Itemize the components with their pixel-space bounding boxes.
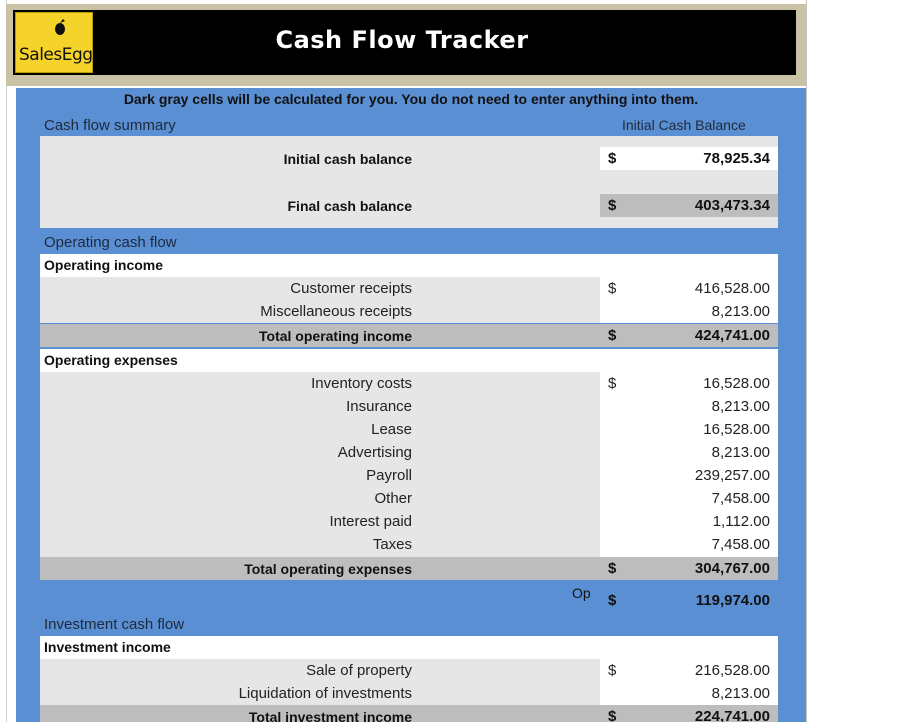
table-row: Interest paid 1,112.00 <box>40 510 778 533</box>
value-cell[interactable]: 1,112.00 <box>600 510 778 533</box>
operating-expenses-heading-text: Operating expenses <box>44 352 178 368</box>
row-value: 8,213.00 <box>711 685 770 702</box>
row-label: Insurance <box>346 398 412 415</box>
section-label-operating: Operating cash flow <box>44 234 177 251</box>
final-balance-currency: $ <box>608 197 617 214</box>
total-currency: $ <box>608 560 617 577</box>
table-row: Advertising 8,213.00 <box>40 441 778 464</box>
operating-income-heading: Operating income <box>40 254 778 277</box>
initial-balance-currency: $ <box>608 150 617 167</box>
row-label: Taxes <box>372 536 412 553</box>
row-label: Customer receipts <box>290 280 412 297</box>
total-investment-income-row: Total investment income $ 224,741.00 <box>40 705 778 722</box>
total-currency: $ <box>608 708 617 722</box>
logo-text: SalesEgg <box>19 45 93 65</box>
initial-balance-value: 78,925.34 <box>703 150 770 167</box>
value-cell[interactable]: 16,528.00 <box>600 418 778 441</box>
total-operating-expenses-row: Total operating expenses $ 304,767.00 <box>40 557 778 580</box>
row-value: 416,528.00 <box>694 280 770 297</box>
row-label: Sale of property <box>306 662 412 679</box>
initial-balance-row: Initial cash balance $ 78,925.34 <box>40 147 778 170</box>
row-value: 8,213.00 <box>711 398 770 415</box>
table-row: Payroll 239,257.00 <box>40 464 778 487</box>
value-cell[interactable]: 7,458.00 <box>600 487 778 510</box>
column-label-initial-balance: Initial Cash Balance <box>622 117 746 133</box>
sheet-grid-left <box>0 0 7 722</box>
table-row: Liquidation of investments 8,213.00 <box>40 682 778 705</box>
table-row: Other 7,458.00 <box>40 487 778 510</box>
value-cell[interactable]: $ 216,528.00 <box>600 659 778 682</box>
row-label: Lease <box>371 421 412 438</box>
total-label: Total investment income <box>248 709 412 722</box>
row-label: Miscellaneous receipts <box>260 303 412 320</box>
total-label: Total operating expenses <box>244 561 412 577</box>
total-operating-income-row: Total operating income $ 424,741.00 <box>40 324 778 347</box>
value-cell[interactable]: 7,458.00 <box>600 533 778 556</box>
page-title: Cash Flow Tracker <box>275 26 529 54</box>
total-label: Total operating income <box>259 328 412 344</box>
investment-income-heading: Investment income <box>40 636 778 659</box>
row-value: 1,112.00 <box>712 513 770 530</box>
value-cell[interactable]: 8,213.00 <box>600 441 778 464</box>
instructions-notice: Dark gray cells will be calculated for y… <box>123 91 699 107</box>
final-balance-cell: $ 403,473.34 <box>600 194 778 217</box>
total-currency: $ <box>608 327 617 344</box>
table-row: Inventory costs $ 16,528.00 <box>40 372 778 395</box>
final-balance-label: Final cash balance <box>287 198 413 214</box>
value-cell[interactable]: 8,213.00 <box>600 682 778 705</box>
row-label: Inventory costs <box>311 375 412 392</box>
total-value: 424,741.00 <box>694 327 770 344</box>
row-label: Other <box>374 490 412 507</box>
row-value: 7,458.00 <box>711 490 770 507</box>
total-value: 304,767.00 <box>694 560 770 577</box>
final-balance-row: Final cash balance $ 403,473.34 <box>40 194 778 217</box>
net-operating-currency: $ <box>608 592 617 609</box>
section-label-investment: Investment cash flow <box>44 616 185 633</box>
final-balance-value: 403,473.34 <box>694 197 770 214</box>
table-row: Lease 16,528.00 <box>40 418 778 441</box>
row-value: 8,213.00 <box>711 444 770 461</box>
table-row: Insurance 8,213.00 <box>40 395 778 418</box>
net-operating-cell: $ 119,974.00 <box>600 585 778 613</box>
row-value: 216,528.00 <box>694 662 770 679</box>
egg-icon <box>55 19 65 35</box>
net-operating-label: Op <box>572 585 591 601</box>
logo: SalesEgg <box>15 12 93 73</box>
table-row: Taxes 7,458.00 <box>40 533 778 556</box>
operating-income-heading-text: Operating income <box>44 257 164 273</box>
operating-expenses-heading: Operating expenses <box>40 349 778 372</box>
initial-balance-label: Initial cash balance <box>283 151 412 167</box>
net-operating-value: 119,974.00 <box>695 592 770 609</box>
value-cell[interactable]: $ 416,528.00 <box>600 277 778 300</box>
section-label-summary: Cash flow summary <box>44 117 176 134</box>
table-row: Sale of property $ 216,528.00 <box>40 659 778 682</box>
value-cell[interactable]: 8,213.00 <box>600 300 778 323</box>
sheet-grid-right <box>806 0 807 722</box>
row-value: 7,458.00 <box>711 536 770 553</box>
investment-income-heading-text: Investment income <box>44 639 171 655</box>
row-currency: $ <box>608 280 617 297</box>
row-value: 16,528.00 <box>703 375 770 392</box>
row-label: Advertising <box>337 444 412 461</box>
row-value: 239,257.00 <box>694 467 770 484</box>
row-currency: $ <box>608 662 617 679</box>
total-value: 224,741.00 <box>694 708 770 722</box>
row-label: Payroll <box>366 467 412 484</box>
table-row: Customer receipts $ 416,528.00 <box>40 277 778 300</box>
row-value: 16,528.00 <box>703 421 770 438</box>
row-label: Liquidation of investments <box>238 685 412 702</box>
value-cell[interactable]: $ 16,528.00 <box>600 372 778 395</box>
table-row: Miscellaneous receipts 8,213.00 <box>40 300 778 323</box>
value-cell[interactable]: 239,257.00 <box>600 464 778 487</box>
row-currency: $ <box>608 375 617 392</box>
row-value: 8,213.00 <box>711 303 770 320</box>
value-cell[interactable]: 8,213.00 <box>600 395 778 418</box>
row-label: Interest paid <box>329 513 412 530</box>
initial-balance-cell[interactable]: $ 78,925.34 <box>600 147 778 170</box>
